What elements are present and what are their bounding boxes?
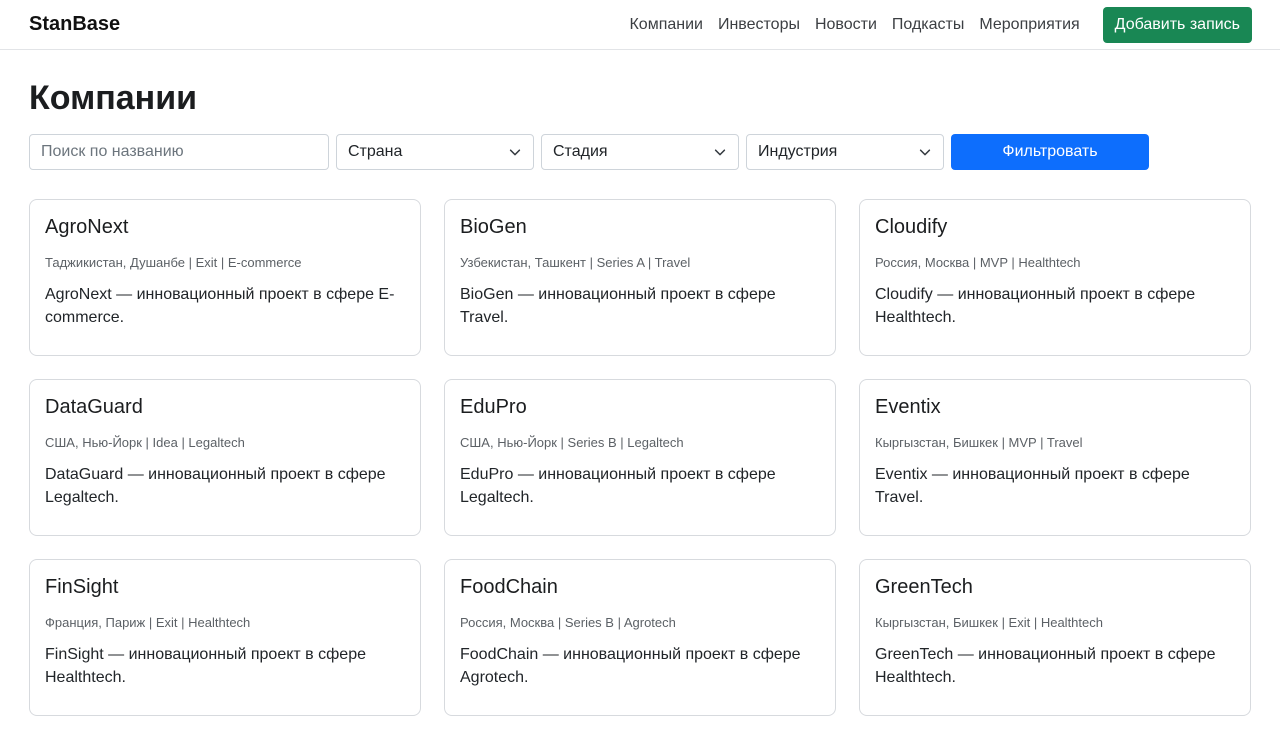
company-meta: Кыргызстан, Бишкек | Exit | Healthtech [875,615,1103,630]
filter-bar: Страна Стадия Индустрия Фильтровать [29,134,1252,170]
company-card[interactable]: FinSight Франция, Париж | Exit | Healtht… [29,559,421,716]
nav-link-events[interactable]: Мероприятия [979,16,1079,34]
company-meta: Франция, Париж | Exit | Healthtech [45,615,251,630]
company-description: GreenTech — инновационный проект в сфере… [875,646,1216,686]
add-record-button[interactable]: Добавить запись [1102,6,1252,43]
nav-link-podcasts[interactable]: Подкасты [892,16,964,34]
company-meta: Узбекистан, Ташкент | Series A | Travel [460,255,691,270]
company-name[interactable]: Eventix [875,394,1235,420]
company-card[interactable]: GreenTech Кыргызстан, Бишкек | Exit | He… [859,559,1251,716]
brand-logo[interactable]: StanBase [29,13,120,36]
company-name[interactable]: FinSight [45,574,405,600]
company-description: AgroNext — инновационный проект в сфере … [45,286,395,326]
company-name[interactable]: GreenTech [875,574,1235,600]
company-description: Eventix — инновационный проект в сфере T… [875,466,1190,506]
chevron-down-icon [509,149,521,156]
company-description: Cloudify — инновационный проект в сфере … [875,286,1196,326]
company-card[interactable]: BioGen Узбекистан, Ташкент | Series A | … [444,199,836,356]
chevron-down-icon [919,149,931,156]
company-name[interactable]: EduPro [460,394,820,420]
country-select-value: Страна [348,143,403,160]
company-name[interactable]: AgroNext [45,214,405,240]
company-card[interactable]: EduPro США, Нью-Йорк | Series B | Legalt… [444,379,836,536]
search-input[interactable] [29,134,329,170]
company-meta: Россия, Москва | MVP | Healthtech [875,255,1081,270]
company-card[interactable]: Eventix Кыргызстан, Бишкек | MVP | Trave… [859,379,1251,536]
company-name[interactable]: BioGen [460,214,820,240]
stage-select[interactable]: Стадия [541,134,739,170]
company-meta: США, Нью-Йорк | Idea | Legaltech [45,435,245,450]
nav-link-companies[interactable]: Компании [629,16,703,34]
navbar: StanBase Компании Инвесторы Новости Подк… [0,0,1280,50]
company-card[interactable]: AgroNext Таджикистан, Душанбе | Exit | E… [29,199,421,356]
company-grid: AgroNext Таджикистан, Душанбе | Exit | E… [29,199,1252,716]
country-select[interactable]: Страна [336,134,534,170]
company-name[interactable]: DataGuard [45,394,405,420]
industry-select-value: Индустрия [758,143,838,160]
chevron-down-icon [714,149,726,156]
industry-select[interactable]: Индустрия [746,134,944,170]
stage-select-value: Стадия [553,143,608,160]
company-name[interactable]: FoodChain [460,574,820,600]
company-meta: Кыргызстан, Бишкек | MVP | Travel [875,435,1083,450]
nav-links: Компании Инвесторы Новости Подкасты Меро… [629,16,1079,34]
nav-link-news[interactable]: Новости [815,16,877,34]
main-content: Компании Страна Стадия Индустрия Фильтро… [0,50,1280,716]
filter-button[interactable]: Фильтровать [951,134,1149,170]
company-card[interactable]: FoodChain Россия, Москва | Series B | Ag… [444,559,836,716]
company-description: FinSight — инновационный проект в сфере … [45,646,366,686]
company-description: BioGen — инновационный проект в сфере Tr… [460,286,776,326]
company-meta: Таджикистан, Душанбе | Exit | E-commerce [45,255,302,270]
nav-link-investors[interactable]: Инвесторы [718,16,800,34]
page-title: Компании [29,79,198,117]
company-description: DataGuard — инновационный проект в сфере… [45,466,386,506]
company-description: FoodChain — инновационный проект в сфере… [460,646,801,686]
company-card[interactable]: Cloudify Россия, Москва | MVP | Healthte… [859,199,1251,356]
company-name[interactable]: Cloudify [875,214,1235,240]
company-meta: Россия, Москва | Series B | Agrotech [460,615,676,630]
company-meta: США, Нью-Йорк | Series B | Legaltech [460,435,684,450]
company-description: EduPro — инновационный проект в сфере Le… [460,466,776,506]
company-card[interactable]: DataGuard США, Нью-Йорк | Idea | Legalte… [29,379,421,536]
